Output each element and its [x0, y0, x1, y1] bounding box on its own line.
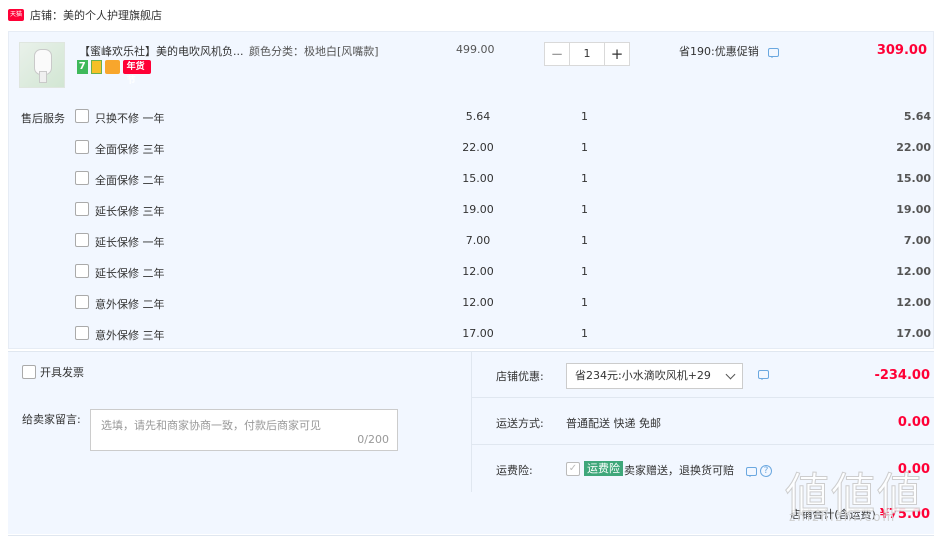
shop-discount-select[interactable]: 省234元:小水滴吹风机+29 — [566, 363, 743, 389]
invoice-label: 开具发票 — [40, 366, 84, 379]
service-qty: 1 — [581, 141, 588, 154]
service-price: 5.64 — [465, 110, 491, 123]
chevron-down-icon — [725, 369, 736, 380]
invoice-option[interactable]: 开具发票 — [22, 364, 84, 380]
service-qty: 1 — [581, 110, 588, 123]
service-total: 17.00 — [896, 327, 931, 340]
message-label: 给卖家留言: — [22, 413, 81, 426]
service-row: 全面保修 二年 15.00 1 15.00 — [9, 164, 934, 195]
product-title-link[interactable]: 【蜜峰欢乐社】美的电吹风机负... — [79, 43, 259, 59]
shop-discount-row: 店铺优惠: 省234元:小水滴吹风机+29 -234.00 — [472, 352, 934, 398]
service-qty: 1 — [581, 265, 588, 278]
insurance-desc: 卖家赠送，退换货可赔 — [624, 464, 734, 477]
service-name: 延长保修 三年 — [95, 205, 165, 218]
service-checkbox[interactable] — [75, 233, 89, 247]
insurance-badge: 运费险 — [584, 461, 623, 476]
chat-icon[interactable] — [758, 370, 769, 380]
message-placeholder: 选填，请先和商家协商一致，付款后商家可见 — [101, 419, 321, 432]
service-price: 12.00 — [462, 296, 494, 309]
shop-discount-label: 店铺优惠: — [496, 370, 544, 383]
watermark-url: zhizhizhi.com — [789, 510, 897, 524]
service-checkbox[interactable] — [75, 295, 89, 309]
shipping-amount: 0.00 — [897, 415, 930, 430]
shop-discount-amount: -234.00 — [874, 368, 930, 383]
shop-name-link[interactable]: 店铺：美的个人护理旗舰店 — [30, 7, 162, 23]
service-row: 全面保修 三年 22.00 1 22.00 — [9, 133, 934, 164]
service-price: 17.00 — [462, 327, 494, 340]
shop-header: 天猫 店铺：美的个人护理旗舰店 — [0, 0, 934, 30]
chat-icon[interactable] — [768, 47, 780, 58]
service-total: 19.00 — [896, 203, 931, 216]
service-total: 12.00 — [896, 265, 931, 278]
tmall-logo-icon: 天猫 — [8, 9, 24, 21]
service-total: 5.64 — [903, 110, 931, 123]
unit-price: 499.00 — [456, 43, 495, 56]
service-row: 只换不修 一年 5.64 1 5.64 — [9, 102, 934, 133]
service-name: 全面保修 二年 — [95, 174, 165, 187]
service-name: 延长保修 二年 — [95, 267, 165, 280]
promotion-label: 省190:优惠促销 — [679, 45, 759, 58]
divider — [8, 535, 934, 536]
message-textarea[interactable]: 选填，请先和商家协商一致，付款后商家可见 0/200 — [90, 409, 398, 451]
service-qty: 1 — [581, 172, 588, 185]
service-total: 7.00 — [903, 234, 931, 247]
service-price: 19.00 — [462, 203, 494, 216]
service-checkbox[interactable] — [75, 109, 89, 123]
service-row: 延长保修 一年 7.00 1 7.00 — [9, 226, 934, 257]
new-year-festival-badge: 年货节 — [122, 60, 152, 86]
service-row: 延长保修 三年 19.00 1 19.00 — [9, 195, 934, 226]
promotion-info: 省190:优惠促销 — [679, 43, 780, 59]
service-total: 15.00 — [896, 172, 931, 185]
product-badges: 7 年货节 — [77, 60, 152, 86]
shop-discount-selected: 省234元:小水滴吹风机+29 — [575, 369, 711, 382]
service-name: 意外保修 三年 — [95, 329, 165, 342]
seven-day-return-icon: 7 — [77, 60, 88, 74]
quantity-decrease-button[interactable]: − — [544, 42, 570, 66]
product-spec: 颜色分类：极地白[风嘴款] — [249, 45, 379, 58]
chat-icon[interactable] — [745, 466, 757, 477]
service-checkbox[interactable] — [75, 326, 89, 340]
service-price: 15.00 — [462, 172, 494, 185]
service-name: 意外保修 二年 — [95, 298, 165, 311]
message-char-count: 0/200 — [357, 433, 389, 446]
service-checkbox[interactable] — [75, 202, 89, 216]
service-name: 延长保修 一年 — [95, 236, 165, 249]
insurance-checkbox: ✓ — [566, 462, 580, 476]
service-checkbox[interactable] — [75, 171, 89, 185]
service-row: 意外保修 三年 17.00 1 17.00 — [9, 319, 934, 350]
watermark-logo: 値値値 zhizhizhi.com — [785, 458, 931, 528]
service-price: 12.00 — [462, 265, 494, 278]
service-row: 意外保修 二年 12.00 1 12.00 — [9, 288, 934, 319]
service-qty: 1 — [581, 203, 588, 216]
credit-card-icon — [104, 60, 120, 74]
quantity-increase-button[interactable]: + — [604, 42, 630, 66]
shipping-method: 普通配送 快递 免邮 — [566, 417, 661, 430]
insurance-label: 运费险: — [496, 464, 533, 477]
service-price: 7.00 — [465, 234, 491, 247]
quantity-input[interactable]: 1 — [570, 42, 604, 66]
quantity-stepper: − 1 + — [544, 42, 630, 66]
service-checkbox[interactable] — [75, 140, 89, 154]
service-qty: 1 — [581, 327, 588, 340]
service-price: 22.00 — [462, 141, 494, 154]
product-thumbnail[interactable] — [19, 42, 65, 88]
item-total: 309.00 — [876, 43, 927, 58]
order-options-area: 开具发票 给卖家留言: 选填，请先和商家协商一致，付款后商家可见 0/200 — [8, 352, 472, 492]
shipping-label: 运送方式: — [496, 417, 544, 430]
help-icon[interactable]: ? — [760, 465, 772, 477]
service-qty: 1 — [581, 296, 588, 309]
service-qty: 1 — [581, 234, 588, 247]
shield-icon — [90, 60, 102, 74]
service-row: 延长保修 二年 12.00 1 12.00 — [9, 257, 934, 288]
service-name: 只换不修 一年 — [95, 112, 165, 125]
shipping-row: 运送方式: 普通配送 快递 免邮 0.00 — [472, 399, 934, 445]
invoice-checkbox[interactable] — [22, 365, 36, 379]
service-total: 12.00 — [896, 296, 931, 309]
order-item-panel: 【蜜峰欢乐社】美的电吹风机负... 7 年货节 颜色分类：极地白[风嘴款] 49… — [8, 31, 934, 349]
service-name: 全面保修 三年 — [95, 143, 165, 156]
service-checkbox[interactable] — [75, 264, 89, 278]
insurance-text: 卖家赠送，退换货可赔 ? — [624, 462, 772, 478]
service-total: 22.00 — [896, 141, 931, 154]
